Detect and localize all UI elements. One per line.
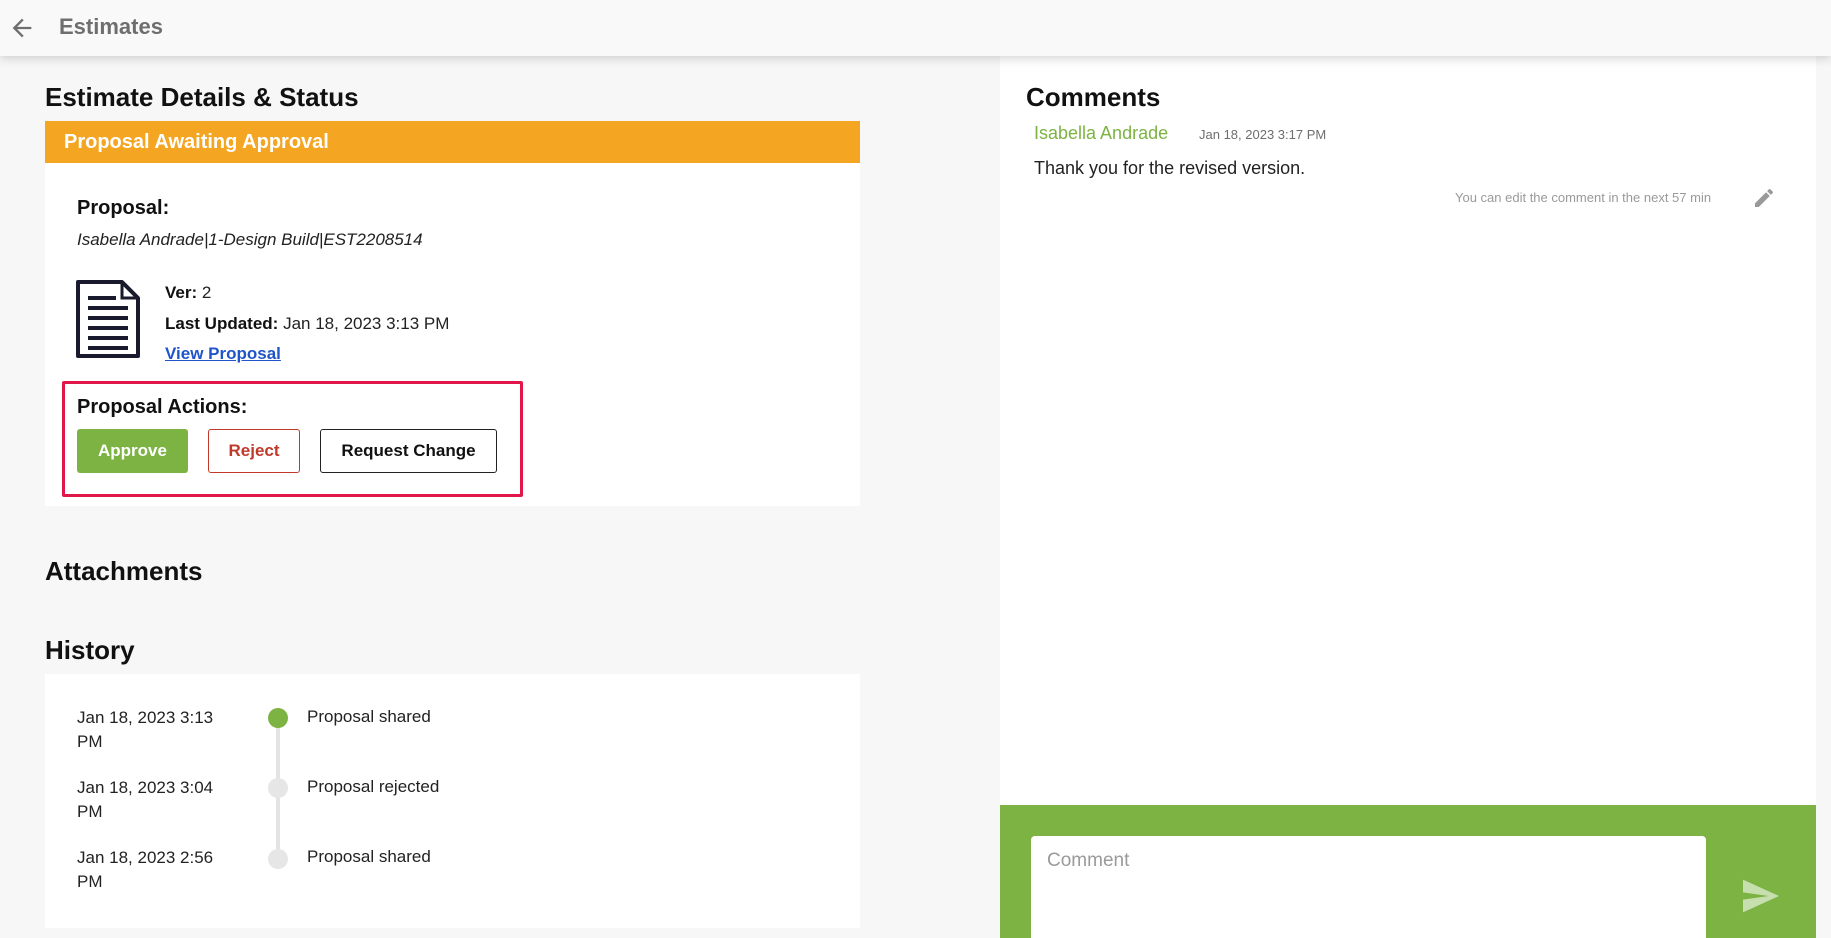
comment-edit-note: You can edit the comment in the next 57 … xyxy=(1455,190,1712,205)
view-proposal-link[interactable]: View Proposal xyxy=(165,344,281,364)
pencil-icon[interactable] xyxy=(1752,186,1776,210)
history-date: Jan 18, 2023 2:56 PM xyxy=(77,848,214,891)
history-heading: History xyxy=(45,635,135,665)
comment-input[interactable] xyxy=(1031,836,1706,938)
reject-button[interactable]: Reject xyxy=(208,429,300,473)
proposal-label: Proposal: xyxy=(77,197,170,219)
history-date: Jan 18, 2023 3:13 PM xyxy=(77,708,214,751)
estimate-details-heading: Estimate Details & Status xyxy=(45,82,359,112)
version-line: Ver: 2 xyxy=(165,283,211,303)
comment-author: Isabella Andrade xyxy=(1034,123,1169,143)
history-date: Jan 18, 2023 3:04 PM xyxy=(77,778,214,821)
arrow-left-icon[interactable] xyxy=(8,14,36,42)
version-value: 2 xyxy=(201,283,212,302)
version-label: Ver: xyxy=(165,283,198,302)
document-icon xyxy=(76,280,140,358)
proposal-name: Isabella Andrade|1-Design Build|EST22085… xyxy=(77,230,423,249)
approve-button[interactable]: Approve xyxy=(77,429,188,473)
timeline-dot-active xyxy=(268,708,288,728)
top-bar: Estimates xyxy=(0,0,1831,56)
last-updated-label: Last Updated: xyxy=(165,314,279,333)
timeline-dot xyxy=(268,849,288,869)
request-change-button[interactable]: Request Change xyxy=(320,429,497,473)
comment-text: Thank you for the revised version. xyxy=(1034,158,1306,178)
attachments-heading: Attachments xyxy=(45,556,203,586)
last-updated-line: Last Updated: Jan 18, 2023 3:13 PM xyxy=(165,314,449,334)
history-event: Proposal shared xyxy=(307,707,431,726)
comment-timestamp: Jan 18, 2023 3:17 PM xyxy=(1199,127,1327,142)
send-icon[interactable] xyxy=(1741,878,1781,914)
history-event: Proposal rejected xyxy=(307,777,440,796)
last-updated-value: Jan 18, 2023 3:13 PM xyxy=(283,314,450,333)
proposal-actions-label: Proposal Actions: xyxy=(77,396,248,418)
page-title: Estimates xyxy=(59,14,163,39)
status-banner: Proposal Awaiting Approval xyxy=(45,121,860,163)
timeline-dot xyxy=(268,778,288,798)
history-event: Proposal shared xyxy=(307,847,431,866)
comments-heading: Comments xyxy=(1026,82,1161,112)
